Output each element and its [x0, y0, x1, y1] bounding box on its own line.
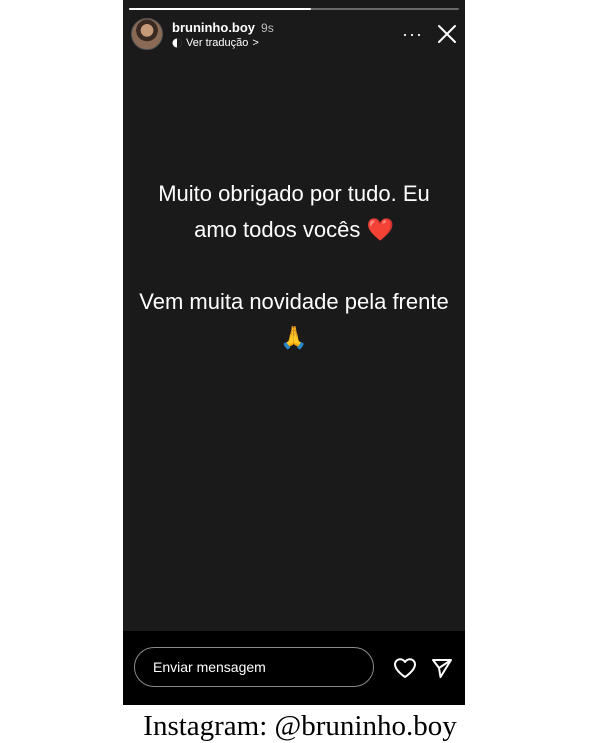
more-icon[interactable]: ··· — [402, 25, 423, 43]
heart-icon[interactable] — [393, 657, 417, 679]
message-placeholder: Enviar mensagem — [153, 659, 266, 675]
story-progress-fill — [129, 8, 311, 10]
story-text-line: Muito obrigado por tudo. Eu — [158, 181, 430, 206]
translate-link[interactable]: Ver tradução > — [172, 37, 274, 49]
chevron-right-icon: > — [252, 36, 259, 49]
story-time: 9s — [261, 20, 274, 35]
close-icon[interactable] — [437, 24, 457, 44]
story-progress-bar — [129, 8, 459, 10]
story-text-line: Vem muita novidade pela frente — [139, 289, 449, 314]
story-meta: bruninho.boy 9s Ver tradução > — [172, 20, 274, 49]
story-header: bruninho.boy 9s Ver tradução > ··· — [131, 14, 457, 54]
message-input[interactable]: Enviar mensagem — [134, 647, 374, 687]
avatar[interactable] — [131, 18, 163, 50]
caption: Instagram: @bruninho.boy — [143, 710, 457, 742]
translate-icon — [172, 38, 182, 47]
story-footer: Enviar mensagem — [123, 631, 465, 705]
translate-label: Ver tradução — [186, 36, 249, 49]
username[interactable]: bruninho.boy — [172, 20, 255, 35]
story-screen: bruninho.boy 9s Ver tradução > ··· Muito… — [123, 0, 465, 705]
story-text: Muito obrigado por tudo. Eu amo todos vo… — [133, 176, 455, 356]
send-icon[interactable] — [431, 657, 453, 679]
story-text-line: 🙏 — [280, 325, 308, 350]
story-text-line: amo todos vocês ❤️ — [194, 217, 394, 242]
